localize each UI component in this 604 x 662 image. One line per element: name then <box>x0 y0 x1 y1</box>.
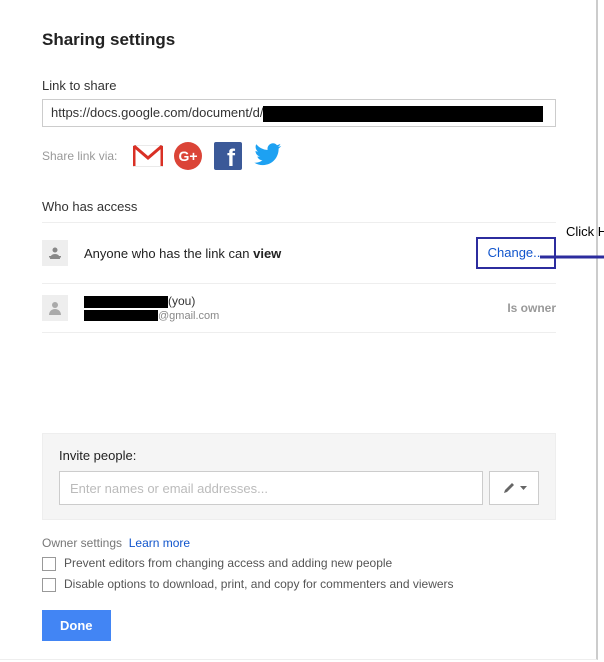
learn-more-link[interactable]: Learn more <box>129 536 190 550</box>
email-suffix: @gmail.com <box>158 310 219 322</box>
invite-input[interactable] <box>59 471 483 505</box>
is-owner-label: Is owner <box>507 301 556 315</box>
checkbox-prevent-editors[interactable] <box>42 557 56 571</box>
done-button[interactable]: Done <box>42 610 111 641</box>
access-row-owner: (you) @gmail.com Is owner <box>42 284 556 333</box>
access-row-anyone: Anyone who has the link can view Change.… <box>42 222 556 284</box>
sharing-dialog: Sharing settings Link to share https://d… <box>0 0 598 660</box>
redacted-email <box>84 310 158 321</box>
redacted-name <box>84 296 168 308</box>
access-anyone-text: Anyone who has the link can view <box>84 246 476 261</box>
twitter-icon[interactable] <box>253 141 283 171</box>
svg-text:f: f <box>227 145 236 170</box>
link-access-icon <box>42 240 68 266</box>
pencil-icon <box>502 481 516 495</box>
facebook-icon[interactable]: f <box>213 141 243 171</box>
share-link-input[interactable]: https://docs.google.com/document/d/ <box>42 99 556 127</box>
checkbox-label-2: Disable options to download, print, and … <box>64 577 454 591</box>
change-highlight-box: Change... <box>476 237 556 269</box>
checkbox-row-disable-download: Disable options to download, print, and … <box>42 577 556 592</box>
change-link[interactable]: Change... <box>488 245 544 260</box>
owner-settings-label: Owner settings <box>42 536 122 550</box>
checkbox-disable-download[interactable] <box>42 578 56 592</box>
you-label: (you) <box>168 294 195 308</box>
redacted-link-part <box>263 106 543 122</box>
invite-label: Invite people: <box>59 448 539 463</box>
owner-settings-row: Owner settings Learn more <box>42 536 556 550</box>
share-link-value: https://docs.google.com/document/d/ <box>51 105 263 120</box>
person-icon <box>42 295 68 321</box>
link-to-share-label: Link to share <box>42 78 556 93</box>
who-has-access-label: Who has access <box>42 199 556 214</box>
chevron-down-icon <box>520 486 527 491</box>
checkbox-row-prevent-editors: Prevent editors from changing access and… <box>42 556 556 571</box>
svg-text:G+: G+ <box>179 148 198 164</box>
share-via-label: Share link via: <box>42 149 117 163</box>
share-via-row: Share link via: G+ f <box>42 141 556 171</box>
dialog-title: Sharing settings <box>42 30 556 50</box>
checkbox-label-1: Prevent editors from changing access and… <box>64 556 392 570</box>
permission-dropdown[interactable] <box>489 471 539 505</box>
invite-section: Invite people: <box>42 433 556 520</box>
gmail-icon[interactable] <box>133 141 163 171</box>
annotation-text: Click Here <box>566 224 604 239</box>
person-info: (you) @gmail.com <box>84 294 507 322</box>
google-plus-icon[interactable]: G+ <box>173 141 203 171</box>
